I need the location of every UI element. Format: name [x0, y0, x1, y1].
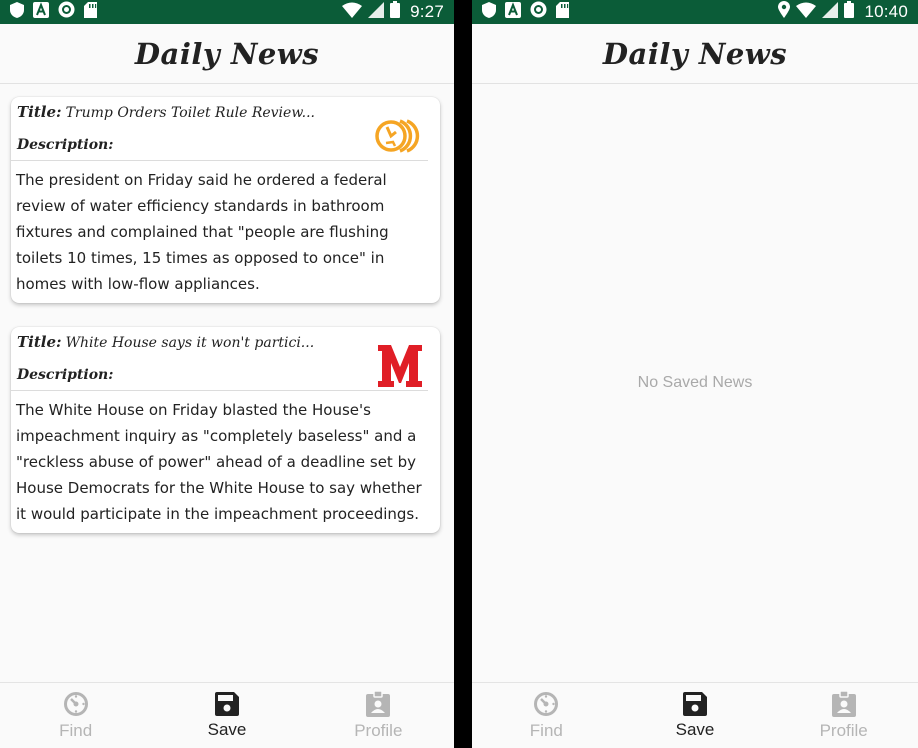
empty-state-message: No Saved News: [637, 374, 753, 391]
floppy-disk-icon: [683, 691, 707, 716]
status-time: 10:40: [864, 2, 908, 21]
phone-screen-saved-news: 9:27 Daily News Title: Trump Orders Toile…: [0, 0, 454, 748]
app-header: Daily News: [0, 24, 454, 84]
shield-icon: [10, 1, 24, 23]
location-pin-icon: [778, 1, 791, 23]
news-description: The president on Friday said he ordered …: [16, 171, 389, 293]
news-card[interactable]: Title: Trump Orders Toilet Rule Review...…: [11, 97, 440, 303]
battery-icon: [844, 1, 855, 23]
app-title: Daily News: [602, 36, 788, 71]
battery-icon: [390, 1, 401, 23]
description-label: Description:: [17, 137, 114, 153]
title-label: Title:: [17, 333, 62, 351]
nav-profile[interactable]: Profile: [303, 683, 454, 748]
nav-profile[interactable]: Profile: [769, 683, 918, 748]
nav-save[interactable]: Save: [151, 683, 302, 748]
nav-profile-label: Profile: [819, 720, 868, 740]
status-time: 9:27: [410, 2, 444, 21]
nav-save[interactable]: Save: [621, 683, 770, 748]
record-circle-icon: [530, 1, 547, 23]
wifi-icon: [342, 2, 363, 23]
sd-card-icon: [556, 1, 569, 23]
nav-find-label: Find: [529, 720, 563, 740]
news-description: The White House on Friday blasted the Ho…: [16, 401, 422, 523]
news-title-row: Title: Trump Orders Toilet Rule Review...: [17, 103, 358, 121]
news-card-header: Title: White House says it won't partici.…: [11, 327, 430, 391]
nav-save-label: Save: [675, 719, 715, 739]
bottom-navigation: Find Save Profile: [0, 682, 454, 748]
news-card-header: Title: Trump Orders Toilet Rule Review...…: [11, 97, 430, 161]
status-bar: 9:27: [0, 0, 454, 24]
nav-find-label: Find: [59, 720, 93, 740]
news-title: Trump Orders Toilet Rule Review...: [65, 105, 315, 121]
phone-screen-empty-saved: 10:40 Daily News No Saved News Find Save…: [472, 0, 918, 748]
cell-signal-icon: [822, 1, 839, 23]
source-logo-red-m: [370, 343, 430, 389]
orange-circular-arrows-logo-icon: [375, 119, 420, 153]
app-title: Daily News: [134, 36, 320, 71]
font-a-icon: [33, 1, 49, 23]
screenshot-stage: 9:27 Daily News Title: Trump Orders Toile…: [0, 0, 918, 748]
nav-find[interactable]: Find: [472, 683, 621, 748]
nav-profile-label: Profile: [354, 720, 403, 740]
wifi-icon: [796, 2, 817, 23]
description-label: Description:: [17, 367, 114, 383]
news-card[interactable]: Title: White House says it won't partici.…: [11, 327, 440, 533]
nav-find[interactable]: Find: [0, 683, 151, 748]
profile-badge-icon: [366, 690, 391, 717]
sd-card-icon: [84, 1, 97, 23]
news-title: White House says it won't partici...: [65, 335, 315, 351]
floppy-disk-icon: [214, 691, 239, 716]
shield-icon: [482, 1, 496, 23]
red-M-logo-icon: [378, 345, 422, 387]
cell-signal-icon: [368, 1, 385, 23]
status-bar: 10:40: [472, 0, 918, 24]
news-title-row: Title: White House says it won't partici.…: [17, 333, 358, 351]
record-circle-icon: [58, 1, 75, 23]
compass-icon: [63, 691, 88, 716]
profile-badge-icon: [831, 690, 856, 717]
bottom-navigation: Find Save Profile: [472, 682, 918, 748]
app-header: Daily News: [472, 24, 918, 84]
font-a-icon: [505, 1, 521, 23]
nav-save-label: Save: [207, 719, 247, 739]
title-label: Title:: [17, 103, 62, 121]
compass-icon: [534, 691, 559, 716]
source-logo-orange: [370, 113, 430, 159]
